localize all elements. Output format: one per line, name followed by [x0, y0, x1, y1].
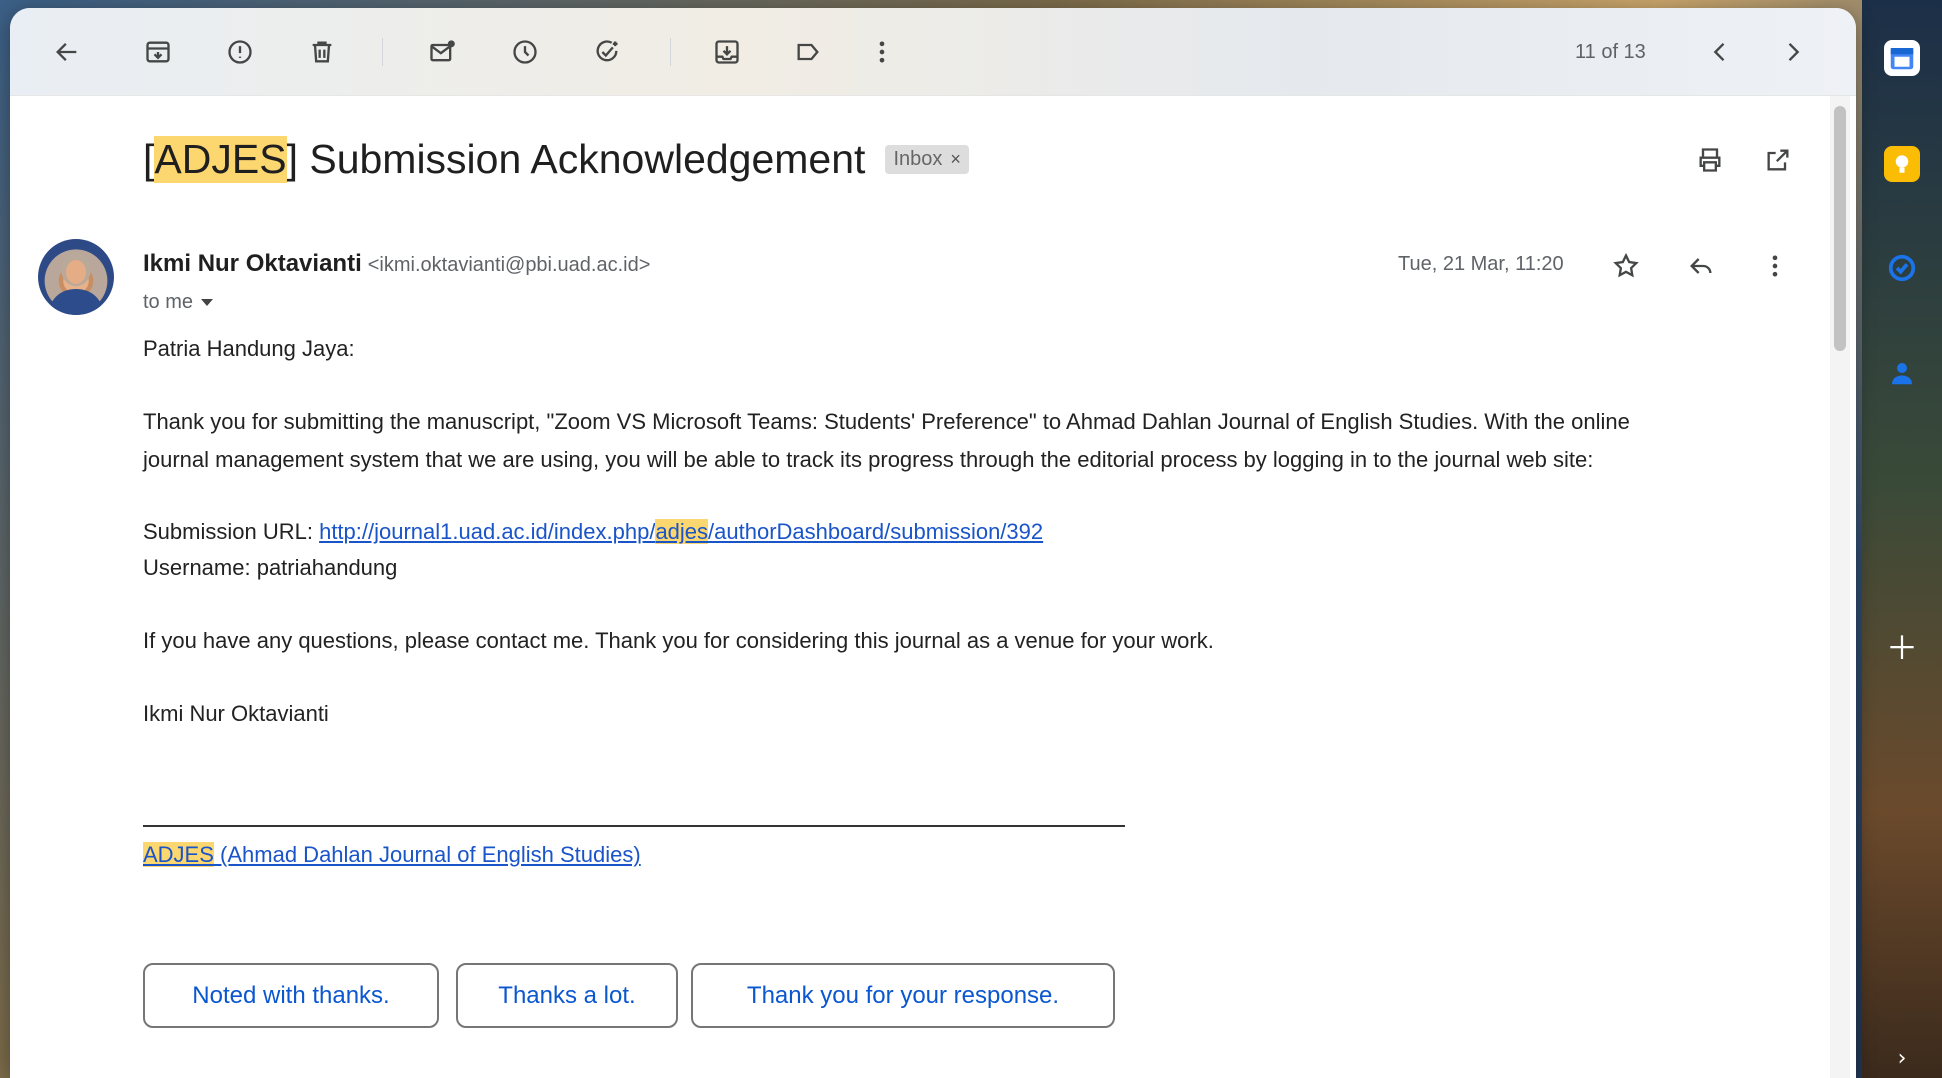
toolbar-divider — [670, 38, 671, 66]
label-icon[interactable] — [788, 32, 828, 72]
caret-down-icon[interactable] — [201, 299, 214, 306]
message-toolbar: 11 of 13 — [10, 8, 1856, 96]
scrollbar-thumb[interactable] — [1834, 106, 1846, 351]
report-spam-icon[interactable] — [220, 32, 260, 72]
archive-icon[interactable] — [138, 32, 178, 72]
subject-text: ] Submission Acknowledgement — [286, 136, 866, 182]
print-icon[interactable] — [1690, 140, 1730, 180]
snooze-clock-icon[interactable] — [505, 32, 545, 72]
smart-reply-button[interactable]: Noted with thanks. — [143, 963, 439, 1028]
recipient-text: to me — [143, 291, 194, 313]
recipient-details[interactable]: to me — [143, 291, 214, 314]
email-paragraph-line: journal management system that we are us… — [143, 447, 1594, 472]
inbox-label-chip[interactable]: Inbox × — [885, 145, 969, 174]
sender-name-text: Ikmi Nur Oktavianti — [143, 250, 362, 277]
contacts-icon[interactable] — [1884, 355, 1920, 391]
chevron-left-icon[interactable] — [1700, 32, 1740, 72]
arrow-left-icon[interactable] — [47, 32, 87, 72]
journal-footer-link[interactable]: ADJES (Ahmad Dahlan Journal of English S… — [143, 842, 641, 867]
tasks-icon[interactable] — [1884, 250, 1920, 286]
email-closing-paragraph: If you have any questions, please contac… — [143, 628, 1214, 653]
email-paragraph-line: Thank you for submitting the manuscript,… — [143, 409, 1630, 434]
toolbar-divider — [382, 38, 383, 66]
smart-reply-button[interactable]: Thanks a lot. — [456, 963, 678, 1028]
journal-footer-link-line: ADJES (Ahmad Dahlan Journal of English S… — [143, 836, 641, 873]
subject-highlight: ADJES — [154, 136, 287, 183]
open-new-window-icon[interactable] — [1758, 140, 1798, 180]
star-icon[interactable] — [1606, 246, 1646, 286]
smart-reply-button[interactable]: Thank you for your response. — [691, 963, 1115, 1028]
sender-email: <ikmi.oktavianti@pbi.uad.ac.id> — [367, 254, 651, 276]
calendar-icon[interactable] — [1884, 40, 1920, 76]
email-greeting: Patria Handung Jaya: — [143, 336, 355, 361]
submission-url-line: Submission URL: http://journal1.uad.ac.i… — [143, 513, 1043, 550]
email-date: Tue, 21 Mar, 11:20 — [1398, 253, 1564, 275]
expand-panel-icon[interactable]: › — [1884, 1040, 1920, 1076]
desktop-side-dock: ＋ › — [1862, 0, 1942, 1078]
more-vertical-icon[interactable] — [862, 32, 902, 72]
chevron-right-icon[interactable] — [1773, 32, 1813, 72]
sender-name[interactable]: Ikmi Nur Oktavianti <ikmi.oktavianti@pbi.… — [143, 250, 650, 278]
message-pager: 11 of 13 — [1575, 41, 1646, 63]
add-app-icon[interactable]: ＋ — [1884, 628, 1920, 667]
mark-unread-icon[interactable] — [422, 32, 462, 72]
more-vertical-icon[interactable] — [1755, 246, 1795, 286]
username-line: Username: patriahandung — [143, 555, 398, 580]
email-subject: [ADJES] Submission Acknowledgement Inbox… — [143, 136, 969, 183]
keep-notes-icon[interactable] — [1884, 146, 1920, 182]
label-chip-text: Inbox — [893, 148, 943, 170]
submission-url-link[interactable]: http://journal1.uad.ac.id/index.php/adje… — [319, 519, 1043, 544]
trash-icon[interactable] — [302, 32, 342, 72]
sender-avatar[interactable] — [38, 239, 114, 315]
subject-open-bracket: [ — [143, 136, 155, 182]
reply-icon[interactable] — [1681, 246, 1721, 286]
move-to-icon[interactable] — [707, 32, 747, 72]
add-task-icon[interactable] — [587, 32, 627, 72]
gmail-message-window: 11 of 13 [ADJES] Submission Acknowledgem… — [10, 8, 1856, 1078]
remove-label-icon[interactable]: × — [950, 149, 961, 170]
signature-divider — [143, 825, 1125, 827]
email-signature: Ikmi Nur Oktavianti — [143, 701, 329, 726]
submission-url-label: Submission URL: — [143, 519, 320, 544]
vertical-scrollbar[interactable] — [1830, 96, 1850, 1078]
